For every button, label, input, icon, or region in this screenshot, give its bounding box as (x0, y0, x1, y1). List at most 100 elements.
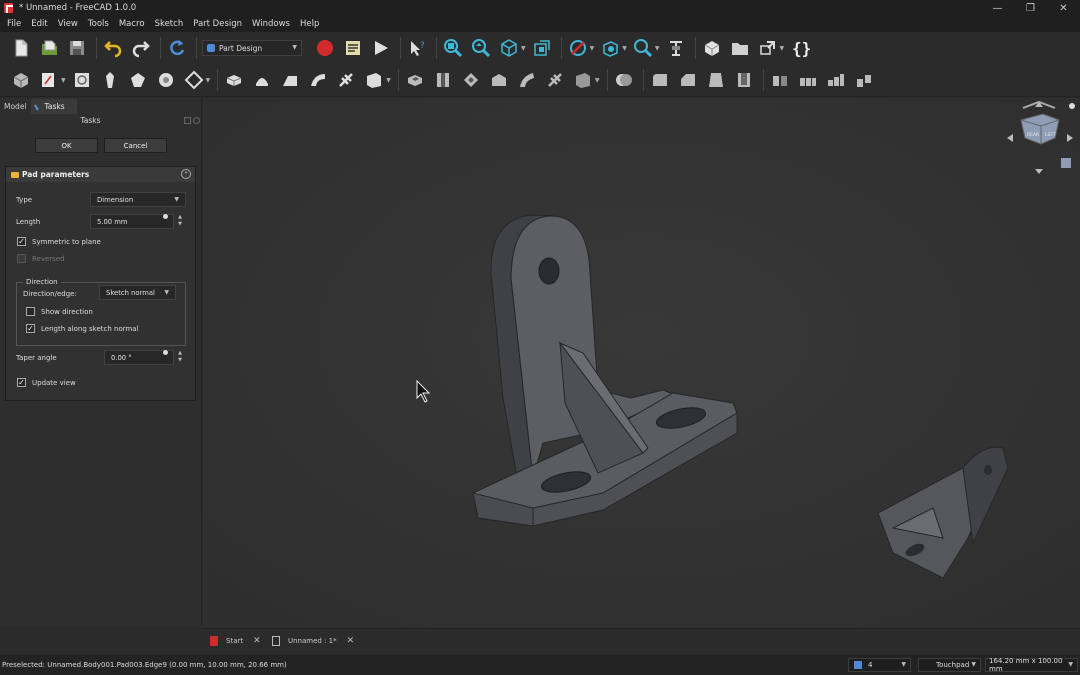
length-input[interactable]: 5.00 mm (90, 214, 174, 229)
tab-unnamed[interactable]: Unnamed : 1* ✕ (272, 633, 354, 649)
maximize-button[interactable]: ❐ (1014, 0, 1047, 16)
body-icon[interactable] (10, 69, 32, 91)
refresh-icon[interactable] (166, 37, 188, 59)
macro-run-icon[interactable] (370, 37, 392, 59)
sub-shape-binder-icon[interactable] (155, 69, 177, 91)
groove-icon[interactable] (460, 69, 482, 91)
linear-pattern-icon[interactable] (797, 69, 819, 91)
menu-tools[interactable]: Tools (83, 19, 114, 29)
menu-macro[interactable]: Macro (114, 19, 150, 29)
whats-this-icon[interactable]: ? (406, 37, 428, 59)
boolean-icon[interactable] (613, 69, 635, 91)
draw-style-icon[interactable] (567, 37, 589, 59)
mirrored-icon[interactable] (769, 69, 791, 91)
close-tab-icon[interactable]: ✕ (253, 636, 261, 646)
open-file-icon[interactable] (38, 37, 60, 59)
subtractive-helix-icon[interactable] (544, 69, 566, 91)
menu-sketch[interactable]: Sketch (150, 19, 189, 29)
chevron-down-icon[interactable]: ▼ (780, 45, 785, 52)
layer-selector[interactable]: 4 ▼ (848, 658, 911, 672)
group-icon[interactable] (729, 37, 751, 59)
hole-icon[interactable] (432, 69, 454, 91)
save-icon[interactable] (66, 37, 88, 59)
close-tab-icon[interactable]: ✕ (347, 636, 355, 646)
menu-windows[interactable]: Windows (247, 19, 295, 29)
polar-pattern-icon[interactable] (825, 69, 847, 91)
navigation-style-selector[interactable]: Touchpad ▼ (918, 658, 981, 672)
navcube-face-left[interactable]: LEFT (1045, 132, 1056, 138)
sketch-view-icon[interactable] (531, 37, 553, 59)
model-render[interactable]: REAR LEFT (203, 98, 1080, 628)
additive-pipe-icon[interactable] (307, 69, 329, 91)
dimension-display[interactable]: 164.20 mm x 100.00 mm ▼ (985, 657, 1078, 673)
chevron-down-icon[interactable]: ▼ (590, 45, 595, 52)
additive-helix-icon[interactable] (335, 69, 357, 91)
fillet-icon[interactable] (649, 69, 671, 91)
chamfer-icon[interactable] (677, 69, 699, 91)
part-icon[interactable] (701, 37, 723, 59)
taper-spinner[interactable]: ▲ ▼ (176, 350, 184, 365)
validate-sketch-icon[interactable] (71, 69, 93, 91)
multi-transform-icon[interactable] (853, 69, 875, 91)
pocket-icon[interactable] (404, 69, 426, 91)
float-panel-icon[interactable] (184, 117, 191, 124)
link-icon[interactable] (757, 37, 779, 59)
fit-selection-icon[interactable] (470, 37, 492, 59)
close-button[interactable]: ✕ (1047, 0, 1080, 16)
shape-binder-icon[interactable] (127, 69, 149, 91)
pad-icon[interactable] (223, 69, 245, 91)
menu-part-design[interactable]: Part Design (188, 19, 247, 29)
subtractive-pipe-icon[interactable] (516, 69, 538, 91)
additive-primitive-icon[interactable] (363, 69, 385, 91)
additive-loft-icon[interactable] (279, 69, 301, 91)
thickness-icon[interactable] (733, 69, 755, 91)
menu-edit[interactable]: Edit (26, 19, 52, 29)
collapse-icon[interactable]: ⌃ (181, 169, 191, 179)
menu-help[interactable]: Help (295, 19, 324, 29)
chevron-down-icon[interactable]: ▼ (521, 45, 526, 52)
3d-viewport[interactable]: REAR LEFT (203, 98, 1080, 628)
macro-edit-icon[interactable] (342, 37, 364, 59)
navcube-view-menu-icon[interactable] (1061, 158, 1071, 168)
cancel-button[interactable]: Cancel (104, 138, 167, 153)
chevron-down-icon[interactable]: ▼ (206, 77, 211, 84)
show-direction-checkbox[interactable] (26, 307, 35, 316)
chevron-down-icon[interactable]: ▼ (595, 77, 600, 84)
navcube-menu-icon[interactable] (1069, 103, 1075, 109)
fit-all-icon[interactable] (442, 37, 464, 59)
tab-start[interactable]: Start ✕ (210, 633, 261, 649)
undo-icon[interactable] (102, 37, 124, 59)
draft-icon[interactable] (705, 69, 727, 91)
expression-icon[interactable] (163, 214, 168, 219)
reversed-checkbox[interactable] (17, 254, 26, 263)
subtractive-loft-icon[interactable] (488, 69, 510, 91)
macro-record-icon[interactable] (314, 37, 336, 59)
standard-views-icon[interactable] (498, 37, 520, 59)
ok-button[interactable]: OK (35, 138, 98, 153)
sketch-icon[interactable] (38, 69, 60, 91)
tab-tasks[interactable]: Tasks (30, 99, 77, 114)
type-select[interactable]: Dimension ▼ (90, 192, 186, 207)
tab-model[interactable]: Model (0, 99, 31, 114)
direction-edge-select[interactable]: Sketch normal ▼ (99, 285, 176, 300)
length-spinner[interactable]: ▲ ▼ (176, 214, 184, 229)
chevron-down-icon[interactable]: ▼ (61, 77, 66, 84)
datum-plane-icon[interactable] (183, 69, 205, 91)
chevron-down-icon[interactable]: ▼ (386, 77, 391, 84)
clone-icon[interactable] (99, 69, 121, 91)
expression-icon[interactable] (163, 350, 168, 355)
workbench-selector[interactable]: Part Design ▼ (202, 40, 302, 56)
redo-icon[interactable] (130, 37, 152, 59)
revolution-icon[interactable] (251, 69, 273, 91)
update-view-checkbox[interactable]: ✓ (17, 378, 26, 387)
minimize-button[interactable]: — (981, 0, 1014, 16)
new-file-icon[interactable] (10, 37, 32, 59)
subtractive-primitive-icon[interactable] (572, 69, 594, 91)
bounding-box-icon[interactable] (599, 37, 621, 59)
chevron-down-icon[interactable]: ▼ (622, 45, 627, 52)
python-braces-icon[interactable]: {} (789, 37, 811, 59)
length-along-checkbox[interactable]: ✓ (26, 324, 35, 333)
symmetric-checkbox[interactable]: ✓ (17, 237, 26, 246)
menu-view[interactable]: View (53, 19, 83, 29)
measure-icon[interactable] (665, 37, 687, 59)
